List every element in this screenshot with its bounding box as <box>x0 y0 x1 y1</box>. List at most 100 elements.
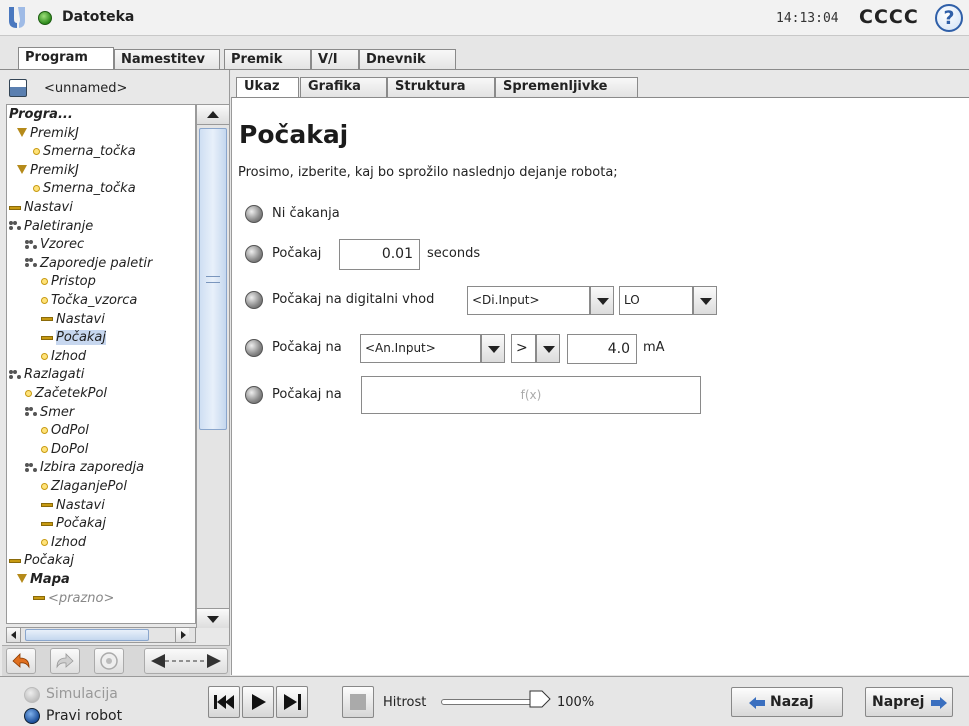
tree-node-label: DoPol <box>51 441 89 457</box>
real-robot-radio[interactable] <box>24 708 40 724</box>
tree-node-label: Počakaj <box>56 330 107 346</box>
tab-structure[interactable]: Struktura <box>387 77 495 97</box>
tree-node[interactable]: Počakaj <box>41 515 106 533</box>
tree-node[interactable]: Nastavi <box>41 497 105 515</box>
redo-icon <box>56 653 74 669</box>
tree-node[interactable]: Nastavi <box>9 199 73 217</box>
tree-node[interactable]: Zaporedje paletir <box>25 255 152 273</box>
tree-node[interactable]: DoPol <box>41 441 88 459</box>
tab-variables[interactable]: Spremenljivke <box>495 77 638 97</box>
skip-back-icon <box>214 695 234 709</box>
radio-wait-digital[interactable] <box>245 291 263 309</box>
tab-log[interactable]: Dnevnik <box>359 49 456 71</box>
digital-level-select[interactable]: LO <box>619 286 693 315</box>
redo-button[interactable] <box>50 648 80 674</box>
speed-slider[interactable] <box>441 699 541 705</box>
tree-node-label: Smerna_točka <box>43 181 136 197</box>
chevron-down-icon[interactable] <box>536 334 560 363</box>
tree-node[interactable]: Točka_vzorca <box>41 292 137 310</box>
arrow-right-icon <box>931 697 947 709</box>
move-node-button[interactable] <box>144 648 228 674</box>
tree-node[interactable]: OdPol <box>41 422 89 440</box>
tree-node-label: Zaporedje paletir <box>40 255 153 271</box>
set-bar-icon <box>9 558 21 563</box>
tree-node[interactable]: Progra... <box>9 106 73 124</box>
tab-move[interactable]: Premik <box>224 49 311 71</box>
pallet-icon <box>25 407 37 417</box>
back-button[interactable]: Nazaj <box>731 687 843 717</box>
stop-button[interactable] <box>342 686 374 718</box>
tree-node[interactable]: Nastavi <box>41 311 105 329</box>
scroll-down-button[interactable] <box>197 608 229 628</box>
radio-wait-time[interactable] <box>245 245 263 263</box>
chevron-down-icon[interactable] <box>693 286 717 315</box>
seconds-unit-label: seconds <box>427 246 481 261</box>
tree-node[interactable]: PremikJ <box>17 125 79 143</box>
tree-node[interactable]: Pristop <box>41 273 96 291</box>
tree-node[interactable]: <prazno> <box>33 590 114 608</box>
tree-node[interactable]: Smerna_točka <box>33 180 136 198</box>
file-menu[interactable]: Datoteka <box>62 9 134 25</box>
tab-program[interactable]: Program <box>18 47 114 71</box>
play-icon <box>252 694 266 710</box>
tree-node[interactable]: Smer <box>25 404 74 422</box>
tree-node[interactable]: ZačetekPol <box>25 385 107 403</box>
help-icon[interactable]: ? <box>935 4 963 32</box>
tree-node[interactable]: ZlaganjePol <box>41 478 127 496</box>
pallet-icon <box>25 239 37 250</box>
scroll-left-button[interactable] <box>7 628 21 642</box>
speed-slider-handle-icon[interactable] <box>529 690 551 708</box>
expression-input[interactable]: f(x) <box>361 376 701 414</box>
tab-graphics[interactable]: Grafika <box>300 77 387 97</box>
ur-logo-icon <box>9 7 25 28</box>
set-bar-icon <box>9 205 21 210</box>
simulation-radio[interactable] <box>24 687 40 703</box>
tree-node-label: Razlagati <box>24 367 85 383</box>
tree-node[interactable]: Mapa <box>17 571 70 589</box>
skip-back-button[interactable] <box>208 686 240 718</box>
suppress-button[interactable] <box>94 648 124 674</box>
program-tree[interactable]: Progra... PremikJ Smerna_točka PremikJ Smern… <box>6 104 196 624</box>
tree-node[interactable]: PremikJ <box>17 162 79 180</box>
tab-installation[interactable]: Namestitev <box>114 49 220 71</box>
wait-seconds-input[interactable]: 0.01 <box>339 239 420 270</box>
pallet-icon <box>25 462 37 473</box>
tree-node-label: OdPol <box>51 423 89 439</box>
tree-node[interactable]: Vzorec <box>25 236 84 254</box>
step-button[interactable] <box>276 686 308 718</box>
pallet-icon <box>9 221 21 231</box>
tree-node[interactable]: Počakaj <box>9 552 74 570</box>
comparison-operator-select[interactable]: > <box>511 334 536 363</box>
analog-value-input[interactable]: 4.0 <box>567 334 637 364</box>
tree-node[interactable]: Izbira zaporedja <box>25 459 144 477</box>
wait-digital-label: Počakaj na digitalni vhod <box>272 292 435 307</box>
set-bar-icon <box>41 335 53 340</box>
robot-name: CCCC <box>859 6 919 28</box>
chevron-down-icon[interactable] <box>481 334 505 363</box>
tree-node[interactable]: Izhod <box>41 534 86 552</box>
horizontal-scroll-thumb[interactable] <box>25 629 149 641</box>
next-button[interactable]: Naprej <box>865 687 953 717</box>
robot-ui: Datoteka 14:13:04 CCCC ? Program Namesti… <box>0 0 969 726</box>
tree-node[interactable]: Smerna_točka <box>33 143 136 161</box>
digital-input-select[interactable]: <Di.Input> <box>467 286 590 315</box>
tab-io[interactable]: V/I <box>311 49 359 71</box>
wait-time-label: Počakaj <box>272 246 322 261</box>
speed-label: Hitrost <box>383 695 427 710</box>
tree-node[interactable]: Razlagati <box>9 366 84 384</box>
play-button[interactable] <box>242 686 274 718</box>
tree-node-label: ZačetekPol <box>35 386 108 401</box>
tree-node[interactable]: Izhod <box>41 348 86 366</box>
analog-input-select[interactable]: <An.Input> <box>360 334 481 363</box>
radio-no-wait[interactable] <box>245 205 263 223</box>
tree-node[interactable]: Paletiranje <box>9 218 93 236</box>
radio-wait-analog[interactable] <box>245 339 263 357</box>
scroll-right-button[interactable] <box>175 628 189 642</box>
undo-button[interactable] <box>6 648 36 674</box>
tree-node[interactable]: Počakaj <box>41 329 107 347</box>
scroll-up-button[interactable] <box>197 105 229 125</box>
save-icon[interactable] <box>9 79 27 97</box>
tab-command[interactable]: Ukaz <box>236 77 299 99</box>
radio-wait-expression[interactable] <box>245 386 263 404</box>
chevron-down-icon[interactable] <box>590 286 614 315</box>
